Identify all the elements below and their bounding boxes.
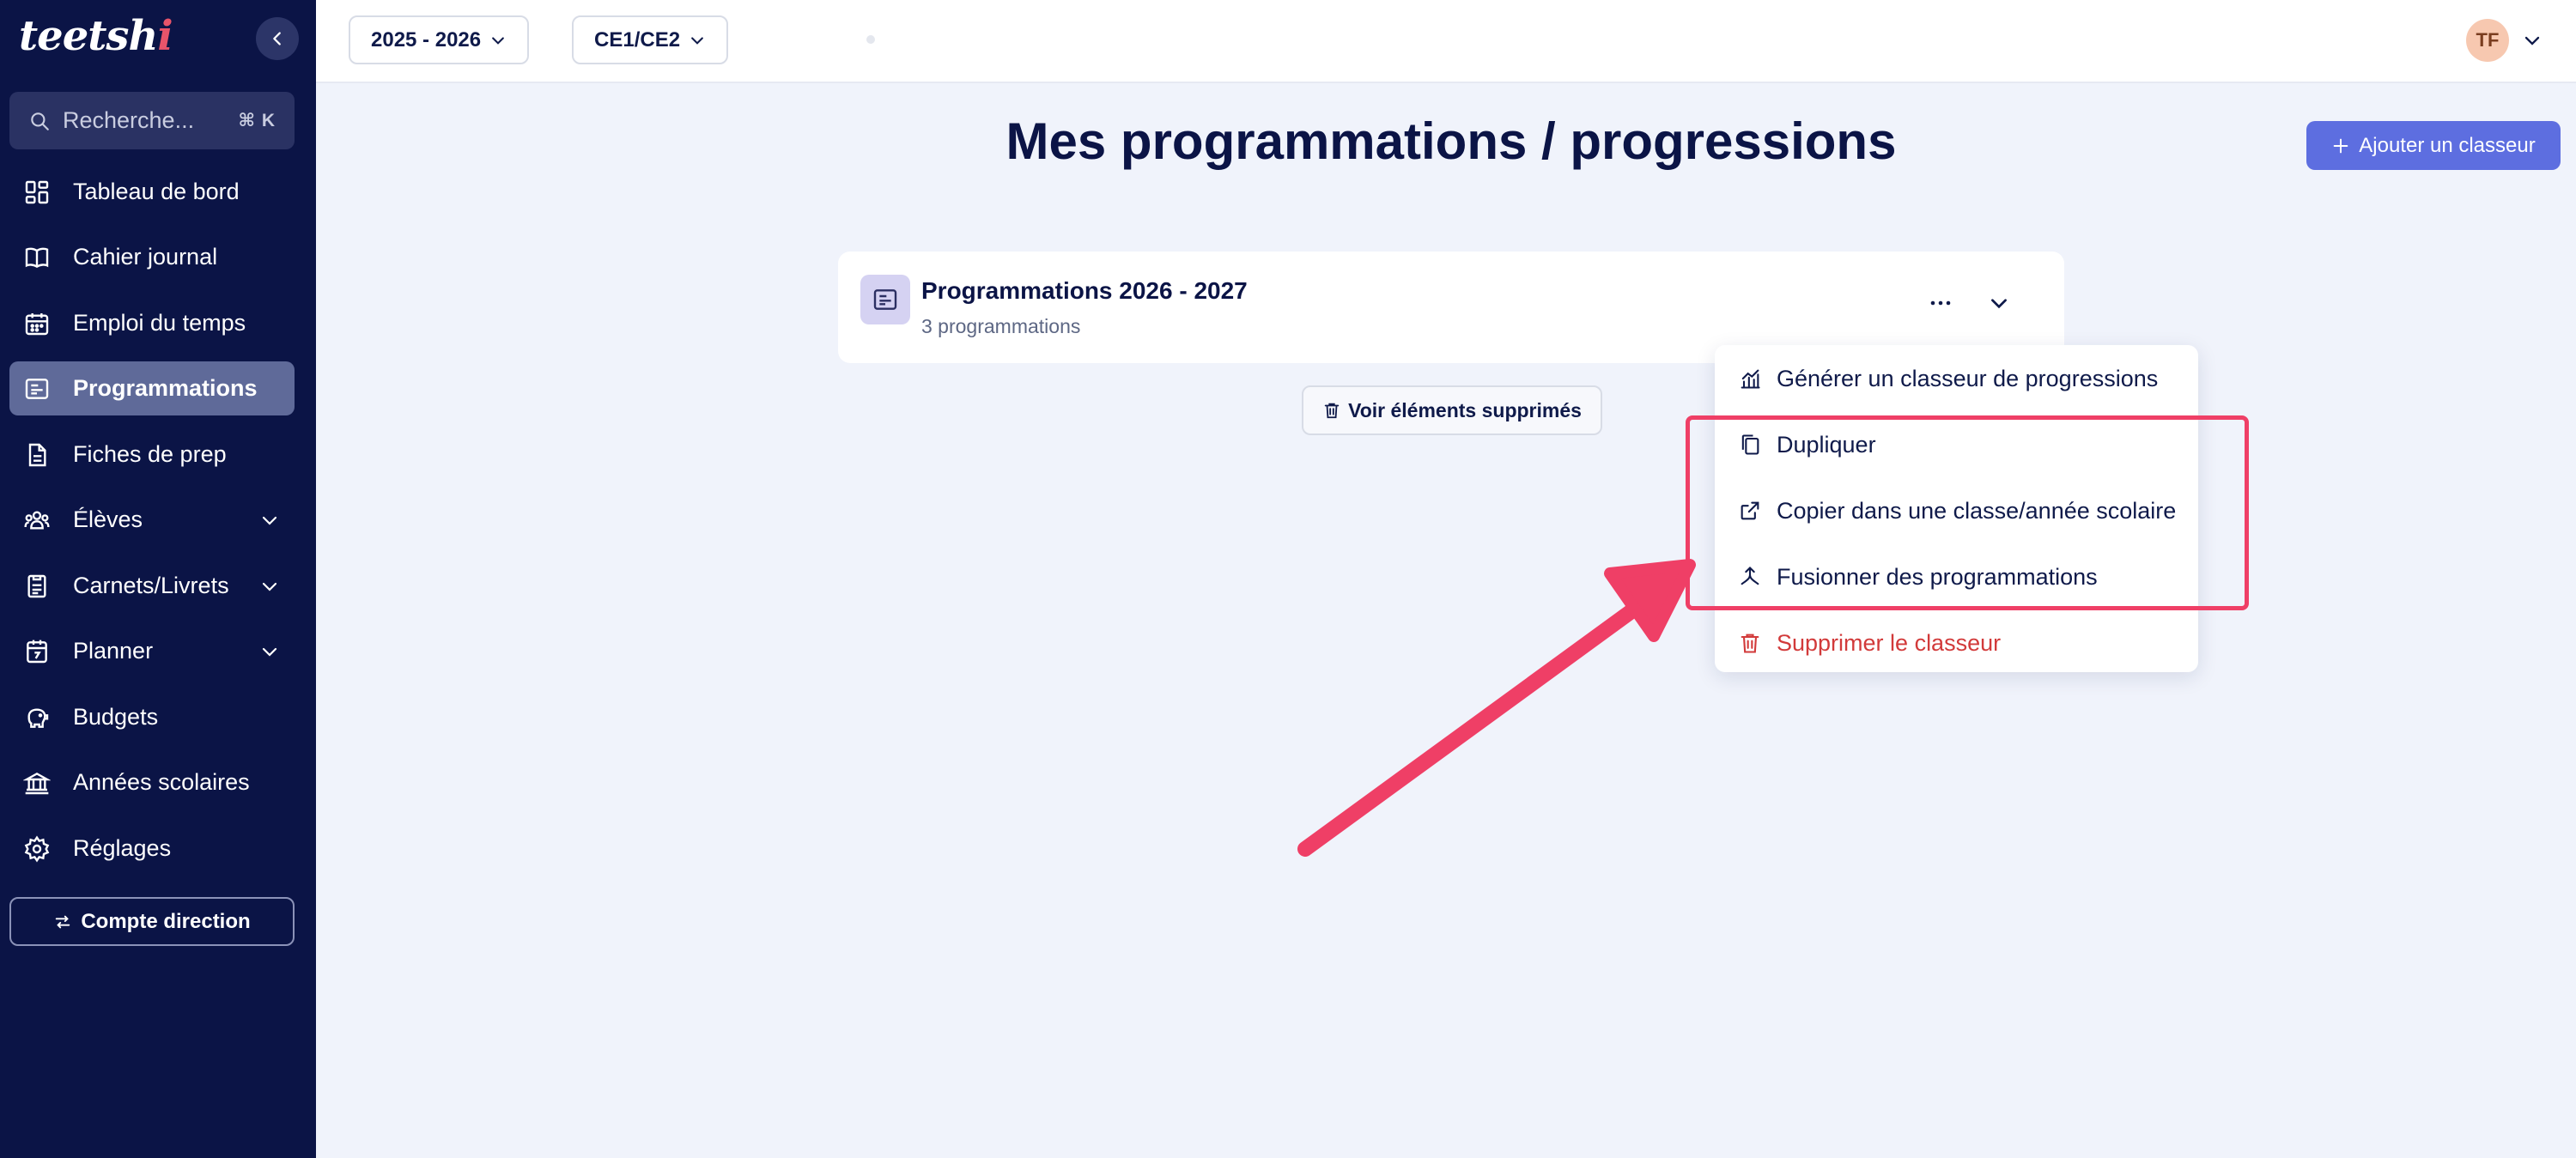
- chevron-down-icon: [2524, 36, 2540, 45]
- add-classeur-button[interactable]: Ajouter un classeur: [2306, 121, 2561, 170]
- sidebar-item-cahier-journal[interactable]: Cahier journal: [9, 230, 295, 284]
- account-menu-chevron[interactable]: [2519, 27, 2545, 53]
- class-select[interactable]: CE1/CE2: [572, 15, 729, 64]
- sidebar-item-label: Élèves: [73, 506, 143, 532]
- sidebar-item-annees-scolaires[interactable]: Années scolaires: [9, 755, 295, 809]
- search-placeholder: Recherche...: [63, 107, 195, 133]
- view-deleted-label: Voir éléments supprimés: [1348, 398, 1582, 421]
- search-icon: [31, 112, 49, 130]
- view-deleted-button[interactable]: Voir éléments supprimés: [1302, 385, 1602, 435]
- sidebar-item-eleves[interactable]: Élèves: [9, 493, 295, 547]
- sidebar-item-label: Programmations: [73, 375, 258, 401]
- sidebar-item-tableau-de-bord[interactable]: Tableau de bord: [9, 165, 295, 219]
- sidebar-item-label: Emploi du temps: [73, 310, 246, 336]
- menu-item-label: Dupliquer: [1777, 431, 1876, 458]
- class-value: CE1/CE2: [594, 27, 681, 52]
- menu-item-label: Copier dans une classe/année scolaire: [1777, 497, 2177, 524]
- search-shortcut: ⌘ K: [238, 111, 276, 130]
- trash-icon: [1737, 630, 1763, 656]
- menu-item-supprimer[interactable]: Supprimer le classeur: [1715, 612, 2198, 674]
- dashboard-icon: [21, 177, 52, 208]
- sidebar-item-fiches-de-prep[interactable]: Fiches de prep: [9, 427, 295, 482]
- document-icon: [21, 440, 52, 470]
- sidebar-item-label: Tableau de bord: [73, 179, 240, 204]
- compte-direction-button[interactable]: Compte direction: [9, 897, 295, 946]
- sidebar-item-label: Fiches de prep: [73, 441, 227, 467]
- compte-direction-label: Compte direction: [81, 909, 251, 933]
- chevron-down-icon: [257, 507, 283, 533]
- sidebar-item-label: Réglages: [73, 835, 172, 861]
- chevron-down-icon: [1991, 299, 2007, 309]
- menu-item-dupliquer[interactable]: Dupliquer: [1715, 414, 2198, 476]
- sidebar-item-label: Cahier journal: [73, 244, 218, 270]
- planner-icon: [21, 636, 52, 667]
- chevron-down-icon: [492, 36, 504, 45]
- classeur-subtitle: 3 programmations: [921, 315, 1081, 337]
- gear-icon: [21, 834, 52, 864]
- school-year-value: 2025 - 2026: [371, 27, 482, 52]
- ellipsis-icon: [1930, 300, 1951, 306]
- separator-dot: [866, 35, 875, 44]
- school-year-select[interactable]: 2025 - 2026: [349, 15, 530, 64]
- menu-item-label: Supprimer le classeur: [1777, 629, 2002, 656]
- chevron-down-icon: [691, 36, 703, 45]
- chevron-down-icon: [257, 573, 283, 599]
- sidebar-item-label: Planner: [73, 638, 154, 664]
- add-classeur-label: Ajouter un classeur: [2359, 133, 2536, 157]
- classeur-title: Programmations 2026 - 2027: [921, 277, 1248, 304]
- expand-card-button[interactable]: [1982, 286, 2016, 320]
- logo-accent: i: [157, 12, 173, 60]
- avatar[interactable]: TF: [2466, 19, 2509, 62]
- top-bar: 2025 - 2026 CE1/CE2: [316, 0, 2576, 83]
- calendar-icon: [21, 308, 52, 339]
- menu-item-generer[interactable]: Générer un classeur de progressions: [1715, 348, 2198, 409]
- collapse-sidebar-button[interactable]: [256, 17, 299, 60]
- classeur-options-menu: Générer un classeur de progressions Dupl…: [1715, 345, 2198, 672]
- sidebar-item-budgets[interactable]: Budgets: [9, 690, 295, 744]
- programmations-icon: [860, 275, 910, 324]
- students-icon: [21, 505, 52, 536]
- chevron-left-icon: [273, 32, 281, 45]
- menu-item-copier[interactable]: Copier dans une classe/année scolaire: [1715, 480, 2198, 542]
- duplicate-icon: [1737, 432, 1763, 458]
- merge-icon: [1737, 564, 1763, 590]
- app-logo[interactable]: teetshi: [19, 12, 173, 60]
- sidebar-item-programmations[interactable]: Programmations: [9, 361, 295, 415]
- sidebar-item-planner[interactable]: Planner: [9, 624, 295, 678]
- trash-icon: [1324, 403, 1340, 419]
- notebook-icon: [21, 571, 52, 602]
- menu-item-label: Générer un classeur de progressions: [1777, 365, 2159, 391]
- menu-item-label: Fusionner des programmations: [1777, 563, 2098, 590]
- sidebar-item-reglages[interactable]: Réglages: [9, 822, 295, 876]
- sidebar-item-label: Budgets: [73, 704, 159, 730]
- logo-text: teetsh: [19, 12, 158, 60]
- programmations-icon: [21, 373, 52, 404]
- external-link-icon: [1737, 498, 1763, 524]
- search-input[interactable]: Recherche... ⌘ K: [9, 92, 295, 149]
- menu-item-fusionner[interactable]: Fusionner des programmations: [1715, 546, 2198, 608]
- chevron-down-icon: [257, 639, 283, 664]
- sidebar: teetshi Recherche... ⌘ K Tableau de bord…: [0, 0, 316, 1158]
- sidebar-item-label: Années scolaires: [73, 769, 250, 795]
- page-title: Mes programmations / progressions: [1005, 112, 1897, 170]
- piggy-bank-icon: [21, 702, 52, 733]
- school-icon: [21, 767, 52, 798]
- plus-icon: [2333, 138, 2348, 153]
- sidebar-item-emploi-du-temps[interactable]: Emploi du temps: [9, 296, 295, 350]
- book-icon: [21, 242, 52, 273]
- swap-icon: [56, 915, 70, 928]
- sidebar-item-carnets-livrets[interactable]: Carnets/Livrets: [9, 559, 295, 613]
- sidebar-item-label: Carnets/Livrets: [73, 573, 229, 598]
- chart-icon: [1737, 366, 1763, 391]
- more-options-button[interactable]: [1923, 286, 1958, 320]
